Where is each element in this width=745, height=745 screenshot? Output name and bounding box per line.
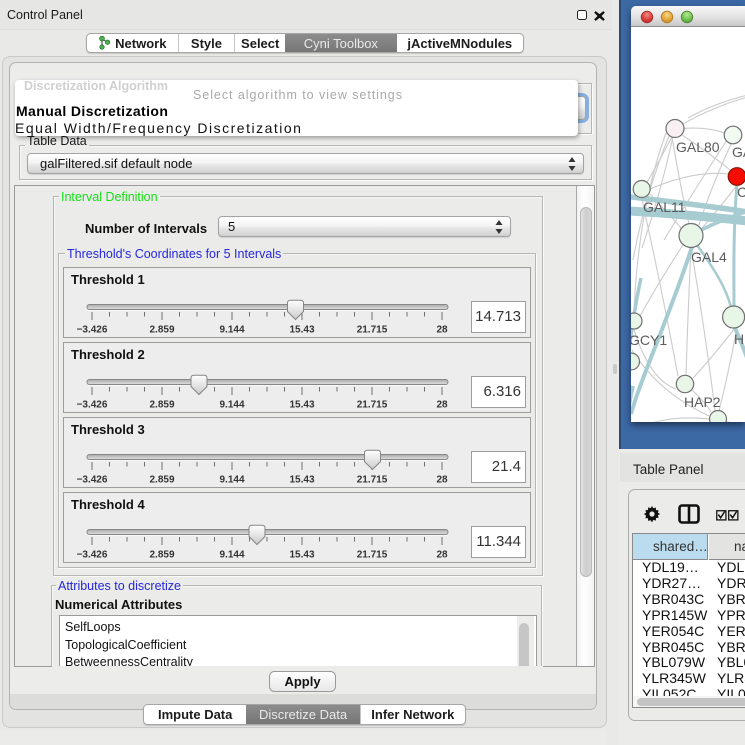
svg-text:GCY1: GCY1 [631,332,667,348]
svg-text:21.715: 21.715 [357,400,388,411]
svg-text:GAL80: GAL80 [676,139,720,155]
svg-text:28: 28 [436,550,448,561]
svg-text:21.715: 21.715 [357,550,388,561]
svg-text:9.144: 9.144 [219,475,244,486]
svg-text:2.859: 2.859 [149,550,174,561]
svg-text:2.859: 2.859 [149,400,174,411]
svg-text:28: 28 [436,475,448,486]
svg-text:HAP2: HAP2 [684,394,721,410]
svg-text:21.715: 21.715 [357,325,388,336]
svg-text:−3.426: −3.426 [77,325,108,336]
svg-text:C: C [737,184,745,200]
svg-text:GAL4: GAL4 [691,249,727,265]
svg-text:H: H [734,331,744,347]
svg-text:28: 28 [436,325,448,336]
svg-text:GAL11: GAL11 [643,199,686,215]
svg-text:9.144: 9.144 [219,550,244,561]
svg-text:−3.426: −3.426 [77,475,108,486]
svg-text:15.43: 15.43 [289,325,314,336]
svg-text:2.859: 2.859 [149,475,174,486]
svg-text:15.43: 15.43 [289,550,314,561]
svg-text:9.144: 9.144 [219,400,244,411]
svg-text:−3.426: −3.426 [77,400,108,411]
svg-text:21.715: 21.715 [357,475,388,486]
svg-text:15.43: 15.43 [289,475,314,486]
svg-text:2.859: 2.859 [149,325,174,336]
svg-text:9.144: 9.144 [219,325,244,336]
svg-text:28: 28 [436,400,448,411]
svg-text:GA: GA [732,144,745,160]
svg-text:15.43: 15.43 [289,400,314,411]
svg-text:−3.426: −3.426 [77,550,108,561]
